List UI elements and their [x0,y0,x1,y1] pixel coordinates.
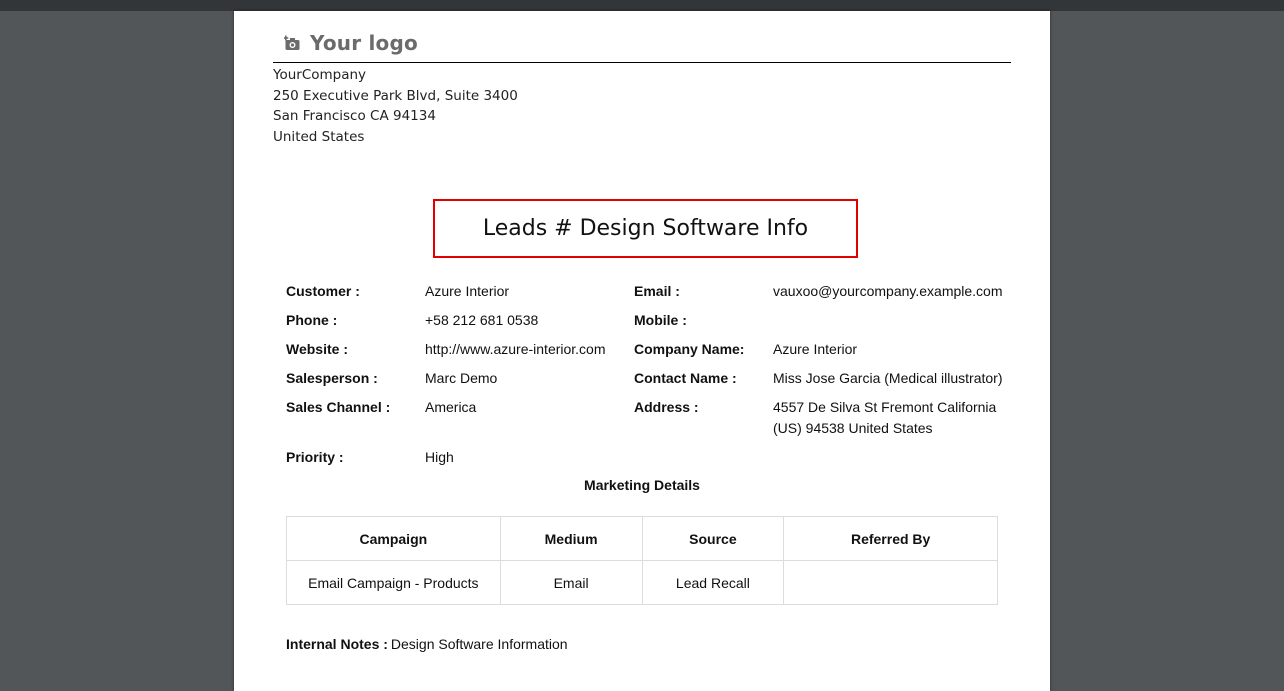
viewer-toolbar [0,0,1284,11]
priority-label: Priority : [286,449,344,465]
phone-value: +58 212 681 0538 [425,312,539,328]
company-name-label: Company Name: [634,341,745,357]
table-row: Email Campaign - Products Email Lead Rec… [286,560,998,605]
phone-label: Phone : [286,312,338,328]
medium-cell: Email [499,560,643,605]
company-street: 250 Executive Park Blvd, Suite 3400 [273,87,518,104]
sales-channel-label: Sales Channel : [286,399,391,415]
website-label: Website : [286,341,348,357]
report-page: Your logo YourCompany 250 Executive Park… [234,11,1050,691]
salesperson-label: Salesperson : [286,370,378,386]
company-name: YourCompany [273,67,367,83]
column-header-campaign: Campaign [286,516,501,561]
website-value: http://www.azure-interior.com [425,341,606,357]
company-city: San Francisco CA 94134 [273,108,436,124]
contact-name-label: Contact Name : [634,370,737,386]
column-header-referred-by: Referred By [783,516,998,561]
salesperson-value: Marc Demo [425,370,498,386]
customer-value: Azure Interior [425,283,510,299]
address-label: Address : [634,399,699,415]
contact-name-value: Miss Jose Garcia (Medical illustrator) [773,370,1003,386]
email-label: Email : [634,283,680,299]
company-logo: Your logo [284,30,418,56]
marketing-table: Campaign Medium Source Referred By Email… [286,516,998,605]
address-value: 4557 De Silva St Fremont California (US)… [773,399,997,436]
internal-notes-value: Design Software Information [390,636,568,652]
sales-channel-value: America [425,399,477,415]
column-header-source: Source [641,516,785,561]
report-title: Leads # Design Software Info [482,216,809,241]
company-country: United States [273,128,365,145]
internal-notes: Internal Notes : Design Software Informat… [286,636,568,652]
company-name-value: Azure Interior [773,341,858,357]
table-header-row: Campaign Medium Source Referred By [286,516,998,561]
referred-by-cell [783,560,998,605]
customer-label: Customer : [286,283,360,299]
internal-notes-label: Internal Notes : [286,636,388,652]
column-header-medium: Medium [499,516,643,561]
priority-value: High [425,449,454,465]
logo-text: Your logo [310,31,418,55]
company-address: YourCompany 250 Executive Park Blvd, Sui… [273,65,518,147]
mobile-label: Mobile : [634,312,687,328]
header-divider [273,62,1011,63]
campaign-cell: Email Campaign - Products [286,560,501,605]
report-title-box: Leads # Design Software Info [433,199,858,258]
source-cell: Lead Recall [641,560,785,605]
email-value: vauxoo@yourcompany.example.com [773,283,1003,299]
marketing-details-title: Marketing Details [584,477,700,493]
camera-icon [284,35,300,50]
